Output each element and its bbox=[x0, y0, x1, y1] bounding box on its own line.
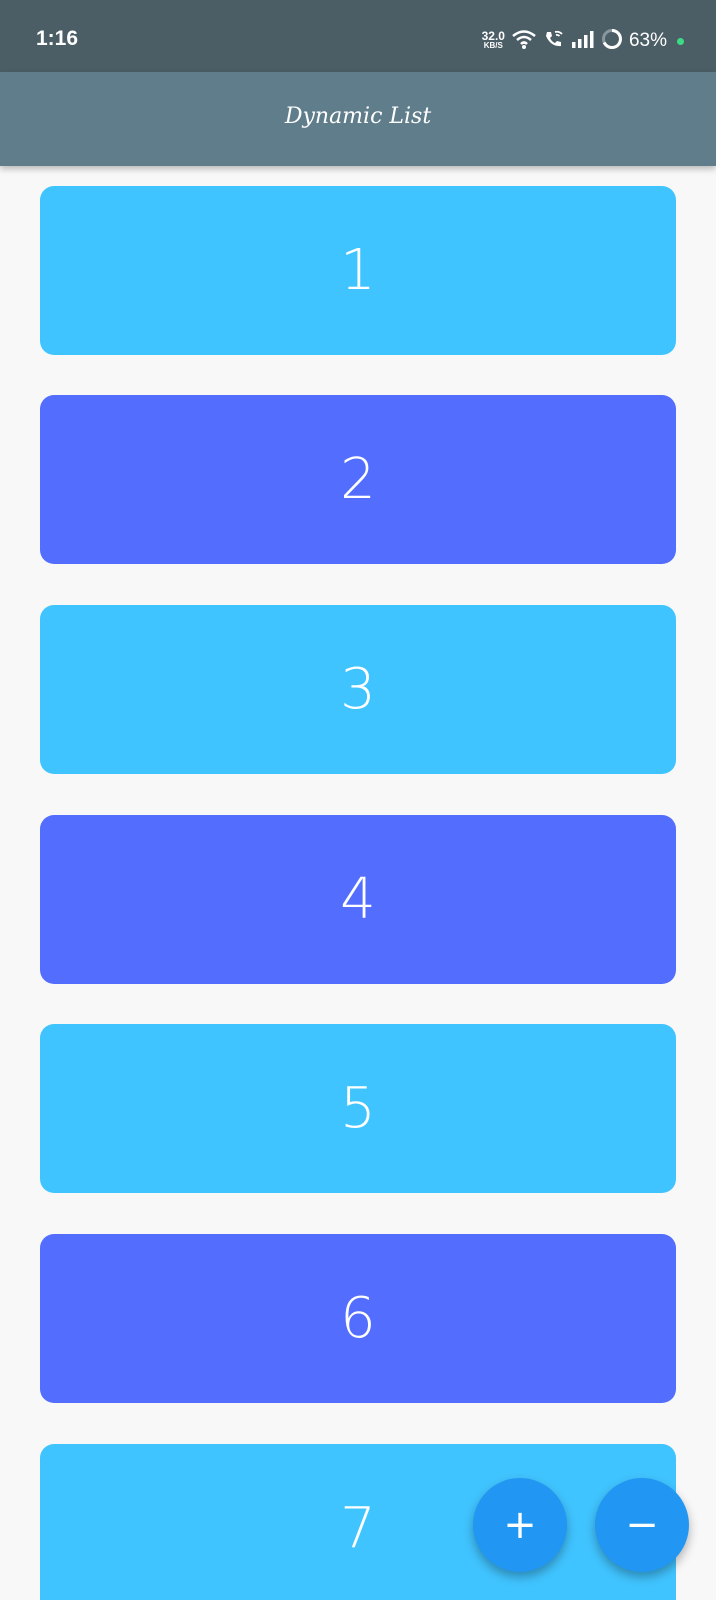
list-item-label: 5 bbox=[340, 1076, 376, 1141]
status-time: 1:16 bbox=[36, 27, 79, 50]
list-item[interactable]: 6 bbox=[40, 1234, 676, 1403]
wifi-icon bbox=[511, 28, 537, 54]
list-item-label: 2 bbox=[340, 447, 376, 512]
add-item-button[interactable]: + bbox=[473, 1478, 567, 1572]
network-speed-unit: KB/S bbox=[483, 41, 503, 50]
list-item[interactable]: 4 bbox=[40, 815, 676, 984]
list-item-label: 6 bbox=[340, 1286, 376, 1351]
list-item[interactable]: 2 bbox=[40, 395, 676, 564]
battery-icon bbox=[601, 28, 623, 54]
app-bar: Dynamic List bbox=[0, 72, 716, 166]
list-item-label: 7 bbox=[340, 1496, 376, 1561]
network-speed: 32.0 KB/S bbox=[481, 29, 505, 51]
list-item[interactable]: 7 bbox=[40, 1444, 676, 1600]
list-item-label: 4 bbox=[340, 867, 376, 932]
page-title: Dynamic List bbox=[284, 104, 432, 129]
remove-item-button[interactable]: − bbox=[595, 1478, 689, 1572]
status-icons: 32.0 KB/S 63% bbox=[482, 26, 684, 56]
privacy-indicator-dot bbox=[677, 37, 684, 45]
status-bar: 1:16 32.0 KB/S 63% bbox=[0, 0, 716, 72]
wifi-calling-icon bbox=[543, 28, 565, 54]
list-item[interactable]: 5 bbox=[40, 1024, 676, 1193]
list-item[interactable]: 3 bbox=[40, 605, 676, 774]
list-item-label: 1 bbox=[340, 238, 376, 303]
list-item[interactable]: 1 bbox=[40, 186, 676, 355]
signal-icon bbox=[571, 29, 595, 53]
list-item-label: 3 bbox=[340, 657, 376, 722]
dynamic-list[interactable]: 1 2 3 4 5 6 7 bbox=[0, 166, 716, 1600]
plus-icon: + bbox=[503, 1502, 537, 1548]
battery-percent: 63% bbox=[628, 30, 667, 51]
network-speed-value: 32.0 bbox=[481, 29, 505, 43]
minus-icon: − bbox=[625, 1502, 659, 1548]
